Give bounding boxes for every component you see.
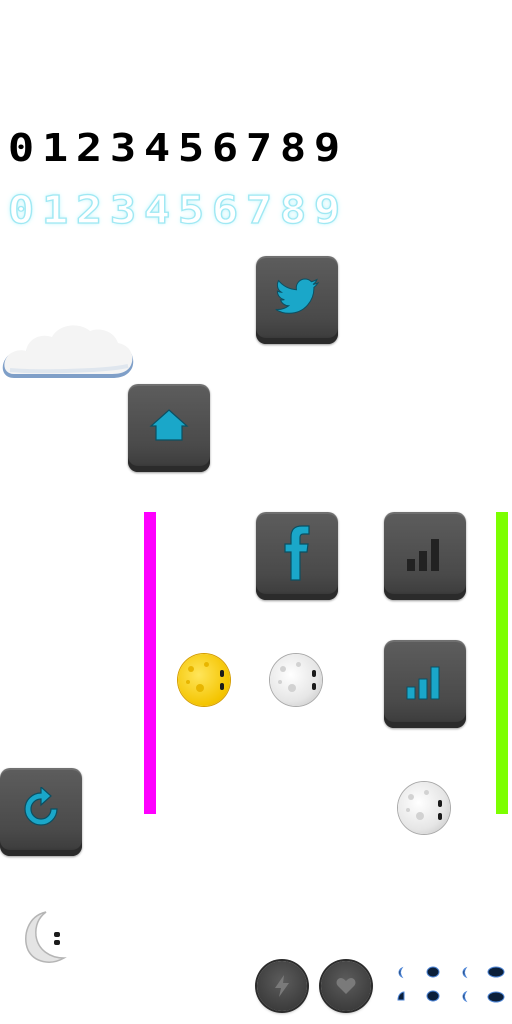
signal-dark-button[interactable] xyxy=(384,512,466,600)
moon-face-icon xyxy=(178,654,230,706)
heart-button[interactable] xyxy=(321,961,371,1011)
signal-bars-icon xyxy=(407,539,439,571)
digit-strip-glow: 0 1 2 3 4 5 6 7 8 9 xyxy=(4,188,344,232)
crescent-moon-icon xyxy=(20,910,70,966)
lightning-icon xyxy=(275,975,289,997)
digit-strip-black: 0 1 2 3 4 5 6 7 8 9 xyxy=(4,126,344,170)
twitter-button[interactable] xyxy=(256,256,338,344)
refresh-icon xyxy=(24,787,58,826)
eyes-sprite-icon xyxy=(390,962,510,1008)
refresh-button[interactable] xyxy=(0,768,82,856)
moon-face-icon xyxy=(398,782,450,834)
green-bar xyxy=(496,512,508,814)
magenta-bar xyxy=(144,512,156,814)
signal-bars-icon xyxy=(406,666,440,700)
home-button[interactable] xyxy=(128,384,210,472)
home-icon xyxy=(149,409,189,441)
digit-glyph: 9 xyxy=(313,126,341,170)
facebook-f-icon xyxy=(284,525,310,581)
cloud-icon xyxy=(0,318,136,384)
facebook-button[interactable] xyxy=(256,512,338,600)
heart-icon xyxy=(336,978,356,994)
digit-glyph: 9 xyxy=(313,188,341,232)
moon-face-icon xyxy=(270,654,322,706)
lightning-button[interactable] xyxy=(257,961,307,1011)
signal-teal-button[interactable] xyxy=(384,640,466,728)
twitter-bird-icon xyxy=(275,278,320,314)
